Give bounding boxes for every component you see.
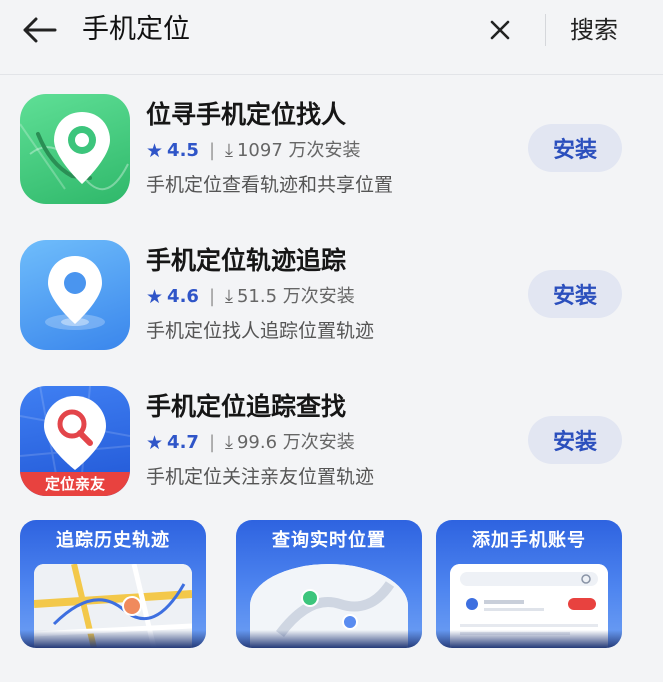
screenshot-card[interactable]: 追踪历史轨迹 [20, 520, 206, 648]
meta-separator: | [208, 140, 216, 161]
green-location-pin-icon [20, 94, 130, 204]
star-icon: ★ [146, 286, 164, 308]
back-arrow-icon[interactable] [18, 10, 62, 50]
app-description: 手机定位找人追踪位置轨迹 [146, 320, 375, 342]
meta-separator: | [208, 286, 216, 307]
download-icon: ⤓ [225, 432, 233, 453]
screenshot-title: 添加手机账号 [472, 530, 586, 551]
app-name: 手机定位追踪查找 [146, 392, 347, 421]
search-header: 手机定位 搜索 [0, 0, 663, 66]
app-rating: 4.6 [167, 286, 199, 307]
screenshot-carousel[interactable]: 追踪历史轨迹 查询实时位置 添加手机账号 [0, 520, 663, 650]
icon-banner: 定位亲友 [20, 472, 130, 496]
screenshot-title: 追踪历史轨迹 [56, 530, 170, 551]
screenshot-card[interactable]: 查询实时位置 [236, 520, 422, 648]
city-skyline [20, 630, 206, 648]
meta-separator: | [208, 432, 216, 453]
app-downloads: 99.6 万次安装 [236, 432, 355, 453]
header-divider [545, 14, 546, 46]
search-query-text[interactable]: 手机定位 [82, 12, 190, 48]
install-button[interactable]: 安装 [528, 416, 622, 464]
app-downloads: 1097 万次安装 [236, 140, 361, 161]
city-skyline [236, 630, 422, 648]
clear-icon[interactable] [480, 12, 520, 48]
header-separator [0, 74, 663, 75]
app-description: 手机定位关注亲友位置轨迹 [146, 466, 375, 488]
app-list-item[interactable]: 位寻手机定位找人 ★ 4.5 | ⤓ 1097 万次安装 手机定位查看轨迹和共享… [0, 94, 663, 224]
app-rating: 4.5 [167, 140, 199, 161]
app-name: 位寻手机定位找人 [146, 100, 347, 129]
download-icon: ⤓ [225, 286, 233, 307]
install-button[interactable]: 安装 [528, 124, 622, 172]
blue-location-pin-icon [20, 240, 130, 350]
app-list-item[interactable]: 定位亲友 手机定位追踪查找 ★ 4.7 | ⤓ 99.6 万次安装 手机定位关注… [0, 386, 663, 516]
screenshot-card[interactable]: 添加手机账号 [436, 520, 622, 648]
search-pin-icon: 定位亲友 [20, 386, 130, 496]
city-skyline [436, 630, 622, 648]
search-button[interactable]: 搜索 [570, 12, 618, 48]
app-meta: ★ 4.6 | ⤓ 51.5 万次安装 [146, 285, 355, 309]
app-name: 手机定位轨迹追踪 [146, 246, 347, 275]
screenshot-title: 查询实时位置 [272, 530, 386, 551]
app-rating: 4.7 [167, 432, 199, 453]
app-list-item[interactable]: 手机定位轨迹追踪 ★ 4.6 | ⤓ 51.5 万次安装 手机定位找人追踪位置轨… [0, 240, 663, 370]
download-icon: ⤓ [225, 140, 233, 161]
install-button[interactable]: 安装 [528, 270, 622, 318]
star-icon: ★ [146, 432, 164, 454]
app-meta: ★ 4.7 | ⤓ 99.6 万次安装 [146, 431, 355, 455]
app-description: 手机定位查看轨迹和共享位置 [146, 174, 394, 196]
app-downloads: 51.5 万次安装 [236, 286, 355, 307]
app-meta: ★ 4.5 | ⤓ 1097 万次安装 [146, 139, 361, 163]
star-icon: ★ [146, 140, 164, 162]
